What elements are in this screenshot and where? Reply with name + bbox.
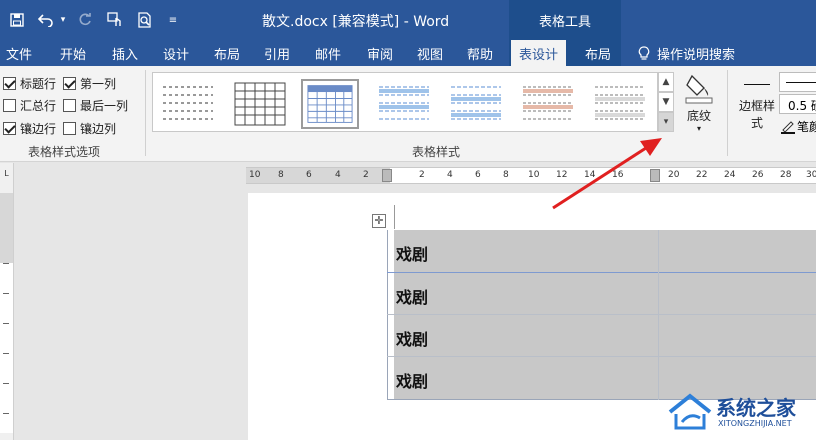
- house-logo-icon: [668, 393, 712, 430]
- watermark: 系统之家 XITONGZHIJIA.NET: [664, 386, 816, 440]
- watermark-text: 系统之家: [716, 396, 796, 420]
- annotation-arrow: [552, 138, 662, 210]
- watermark-url: XITONGZHIJIA.NET: [718, 419, 792, 428]
